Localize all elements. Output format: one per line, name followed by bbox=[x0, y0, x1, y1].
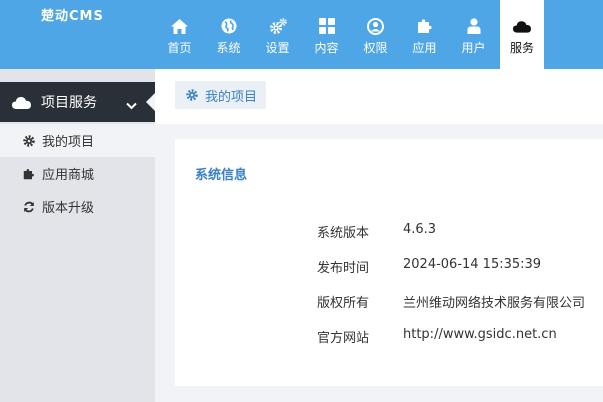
app-logo[interactable]: 楚动CMS bbox=[41, 5, 104, 24]
nav-label: 用户 bbox=[461, 41, 486, 55]
cloud-icon bbox=[12, 94, 32, 110]
nav-label: 设置 bbox=[265, 41, 290, 55]
sidebar: 项目服务 我的项目 应用商城 版本升级 bbox=[0, 69, 156, 402]
info-row-release-time: 发布时间 2024-06-14 15:35:39 bbox=[317, 257, 541, 276]
info-key: 官方网站 bbox=[317, 331, 370, 346]
sidebar-item-label: 我的项目 bbox=[42, 135, 95, 150]
grid-icon bbox=[318, 17, 336, 35]
info-key: 版权所有 bbox=[317, 296, 370, 311]
nav-item-permissions[interactable]: 权限 bbox=[351, 0, 400, 69]
info-row-version: 系统版本 4.6.3 bbox=[317, 222, 436, 241]
gear-icon bbox=[22, 134, 36, 148]
sidebar-item-label: 版本升级 bbox=[42, 201, 95, 216]
nav-label: 权限 bbox=[363, 41, 388, 55]
sidebar-item-my-projects[interactable]: 我的项目 bbox=[0, 124, 155, 157]
info-value: 兰州维动网络技术服务有限公司 bbox=[403, 296, 586, 311]
nav-item-content[interactable]: 内容 bbox=[302, 0, 351, 69]
nav-label: 首页 bbox=[167, 41, 192, 55]
system-info-panel: 系统信息 系统版本 4.6.3 发布时间 2024-06-14 15:35:39… bbox=[175, 139, 603, 386]
nav-label: 系统 bbox=[216, 41, 241, 55]
main-nav: 首页 系统 设置 内容 权限 应用 用户 服务 bbox=[155, 0, 544, 69]
sidebar-item-label: 应用商城 bbox=[42, 168, 95, 183]
breadcrumb[interactable]: 我的项目 bbox=[175, 81, 267, 109]
cogs-icon bbox=[269, 17, 287, 35]
chevron-down-icon bbox=[126, 95, 137, 114]
nav-item-services[interactable]: 服务 bbox=[500, 0, 544, 69]
nav-item-users[interactable]: 用户 bbox=[449, 0, 498, 69]
top-header: 楚动CMS 首页 系统 设置 内容 权限 应用 用户 服务 bbox=[0, 0, 603, 69]
puzzle-icon bbox=[22, 167, 36, 181]
nav-label: 服务 bbox=[509, 41, 534, 55]
breadcrumb-bar: 我的项目 bbox=[155, 69, 603, 124]
refresh-icon bbox=[22, 200, 36, 214]
gear-icon bbox=[186, 89, 199, 102]
sidebar-item-app-store[interactable]: 应用商城 bbox=[0, 157, 155, 190]
sidebar-item-upgrade[interactable]: 版本升级 bbox=[0, 190, 155, 223]
sidebar-group-header[interactable]: 项目服务 bbox=[0, 82, 156, 122]
info-row-website: 官方网站 http://www.gsidc.net.cn bbox=[317, 327, 557, 346]
nav-item-home[interactable]: 首页 bbox=[155, 0, 204, 69]
nav-item-settings[interactable]: 设置 bbox=[253, 0, 302, 69]
panel-title: 系统信息 bbox=[195, 168, 248, 183]
info-value: 2024-06-14 15:35:39 bbox=[403, 257, 542, 272]
nav-label: 内容 bbox=[314, 41, 339, 55]
info-key: 系统版本 bbox=[317, 226, 370, 241]
nav-label: 应用 bbox=[412, 41, 437, 55]
info-row-copyright: 版权所有 兰州维动网络技术服务有限公司 bbox=[317, 292, 585, 311]
sidebar-group-label: 项目服务 bbox=[41, 95, 97, 111]
breadcrumb-label: 我的项目 bbox=[205, 89, 258, 105]
nav-item-apps[interactable]: 应用 bbox=[400, 0, 449, 69]
globe-icon bbox=[220, 17, 238, 35]
info-value: 4.6.3 bbox=[403, 222, 437, 237]
home-icon bbox=[171, 17, 189, 35]
user-circle-icon bbox=[367, 17, 385, 35]
puzzle-icon bbox=[416, 17, 434, 35]
nav-item-system[interactable]: 系统 bbox=[204, 0, 253, 69]
user-icon bbox=[465, 17, 483, 35]
cloud-icon bbox=[513, 17, 531, 35]
info-key: 发布时间 bbox=[317, 261, 370, 276]
info-value[interactable]: http://www.gsidc.net.cn bbox=[403, 327, 557, 346]
